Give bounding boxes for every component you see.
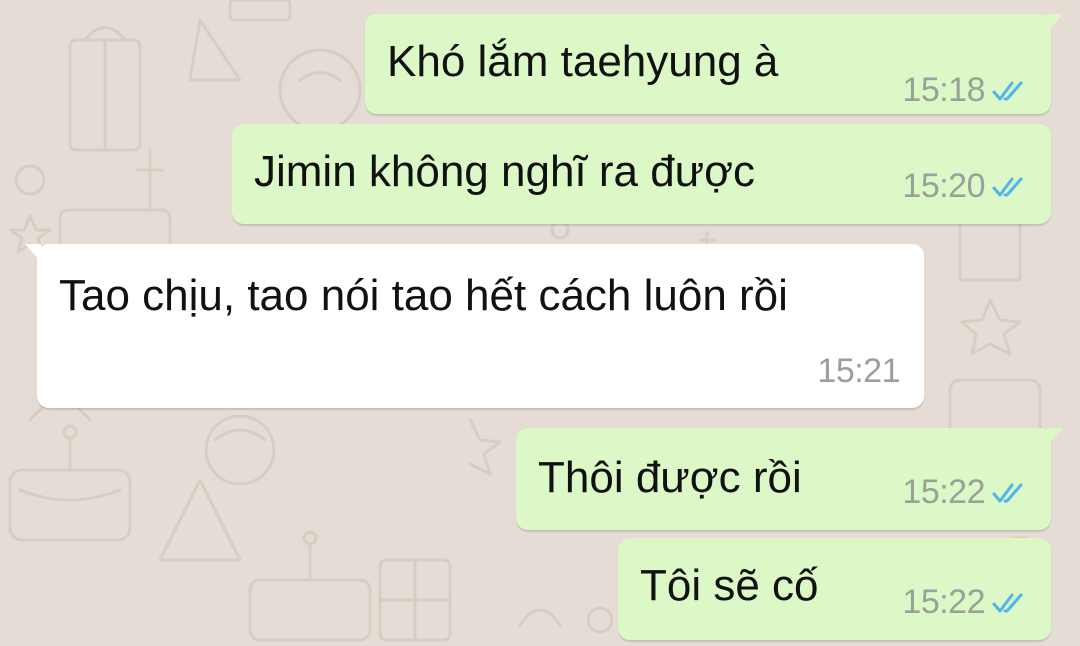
bubble-tail <box>1047 14 1063 32</box>
message-bubble-outgoing[interactable]: Jimin không nghĩ ra được 15:20 <box>232 124 1051 224</box>
message-list[interactable]: Khó lắm taehyung à 15:18 Jimin không ngh… <box>0 0 1080 646</box>
bubble-tail <box>1047 428 1063 446</box>
message-meta: 15:22 <box>902 583 1029 622</box>
message-meta: 15:21 <box>817 352 900 391</box>
message-bubble-outgoing[interactable]: Khó lắm taehyung à 15:18 <box>365 14 1063 114</box>
message-bubble-outgoing[interactable]: Thôi được rồi 15:22 <box>516 428 1063 530</box>
message-time: 15:20 <box>902 167 985 205</box>
message-text: Jimin không nghĩ ra được <box>254 147 755 196</box>
message-time: 15:18 <box>902 71 985 109</box>
message-bubble-incoming[interactable]: Tao chịu, tao nói tao hết cách luôn rồi … <box>25 244 924 408</box>
double-check-read-icon <box>992 593 1023 612</box>
message-time: 15:22 <box>902 583 985 621</box>
message-text: Tôi sẽ cố <box>640 561 819 610</box>
message-text: Thôi được rồi <box>538 453 802 502</box>
double-check-read-icon <box>992 81 1023 100</box>
bubble-tail <box>25 244 41 262</box>
message-text: Khó lắm taehyung à <box>387 37 779 86</box>
message-meta: 15:20 <box>902 167 1029 206</box>
message-bubble-outgoing[interactable]: Tôi sẽ cố 15:22 <box>618 538 1051 640</box>
message-meta: 15:18 <box>902 71 1029 110</box>
message-time: 15:21 <box>817 352 900 390</box>
message-meta: 15:22 <box>902 473 1029 512</box>
message-time: 15:22 <box>902 473 985 511</box>
double-check-read-icon <box>992 177 1023 196</box>
double-check-read-icon <box>992 483 1023 502</box>
message-text: Tao chịu, tao nói tao hết cách luôn rồi <box>59 271 788 320</box>
